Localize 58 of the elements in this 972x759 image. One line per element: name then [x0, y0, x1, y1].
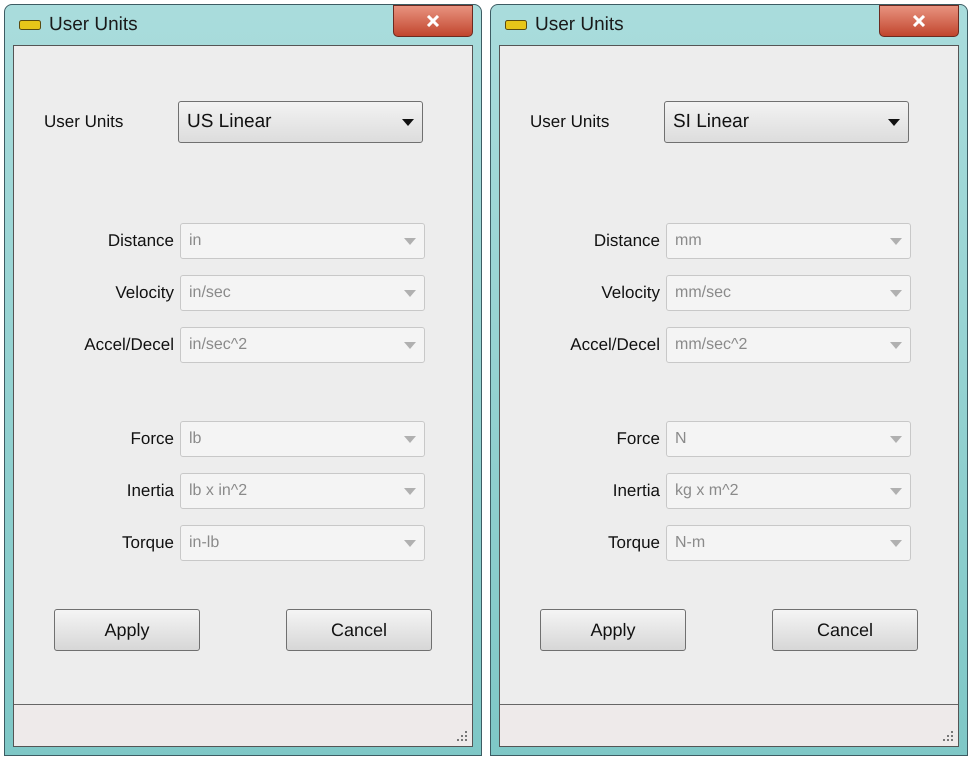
dropdown-value: in — [189, 231, 202, 251]
dropdown-value: N — [675, 429, 687, 449]
caret-icon — [890, 436, 902, 442]
dialog-button[interactable]: Apply — [54, 609, 200, 651]
caret-icon — [404, 540, 416, 546]
caret-icon — [404, 238, 416, 244]
caret-icon — [890, 342, 902, 348]
dropdown-value: US Linear — [187, 110, 272, 134]
caret-icon — [890, 290, 902, 296]
ruler-icon — [505, 20, 527, 30]
field-label: Inertia — [612, 480, 660, 502]
dropdown[interactable]: SI Linear — [664, 101, 909, 143]
caret-icon — [404, 488, 416, 494]
field-label: Force — [130, 428, 174, 450]
field-label: User Units — [44, 111, 124, 134]
field-label: Distance — [106, 230, 174, 252]
field-label: Distance — [592, 230, 660, 252]
field-label: Inertia — [126, 480, 174, 502]
dropdown-value: kg x m^2 — [675, 481, 739, 501]
dropdown-value: lb x in^2 — [189, 481, 248, 501]
caret-icon — [404, 436, 416, 442]
window-title: User Units — [49, 12, 138, 37]
field-label: Velocity — [114, 282, 174, 304]
close-icon — [426, 15, 440, 27]
dropdown-value: SI Linear — [673, 110, 750, 134]
caret-icon — [888, 118, 900, 126]
dropdown-value: mm — [675, 231, 702, 251]
caret-icon — [402, 118, 414, 126]
close-button[interactable] — [393, 5, 473, 37]
field-label: Torque — [607, 532, 660, 554]
dropdown-value: in/sec^2 — [189, 335, 248, 355]
dropdown-value: in-lb — [189, 533, 220, 553]
dialog-button[interactable]: Apply — [540, 609, 686, 651]
dropdown-value: N-m — [675, 533, 706, 553]
field-label: Force — [616, 428, 660, 450]
ruler-icon — [19, 20, 41, 30]
dropdown-value: lb — [189, 429, 202, 449]
dropdown-value: mm/sec^2 — [675, 335, 748, 355]
close-button[interactable] — [879, 5, 959, 37]
window-title: User Units — [535, 12, 624, 37]
resize-grip-icon — [456, 730, 468, 742]
field-label: Accel/Decel — [569, 334, 660, 356]
caret-icon — [890, 540, 902, 546]
field-label: User Units — [530, 111, 610, 134]
caret-icon — [404, 342, 416, 348]
dropdown-value: mm/sec — [675, 283, 731, 303]
caret-icon — [890, 488, 902, 494]
dropdown[interactable]: US Linear — [178, 101, 423, 143]
dialog-button[interactable]: Cancel — [286, 609, 432, 651]
field-label: Accel/Decel — [83, 334, 174, 356]
resize-grip-icon — [942, 730, 954, 742]
close-icon — [912, 15, 926, 27]
dialog-button[interactable]: Cancel — [772, 609, 918, 651]
caret-icon — [890, 238, 902, 244]
field-label: Torque — [121, 532, 174, 554]
dropdown-value: in/sec — [189, 283, 231, 303]
field-label: Velocity — [600, 282, 660, 304]
caret-icon — [404, 290, 416, 296]
